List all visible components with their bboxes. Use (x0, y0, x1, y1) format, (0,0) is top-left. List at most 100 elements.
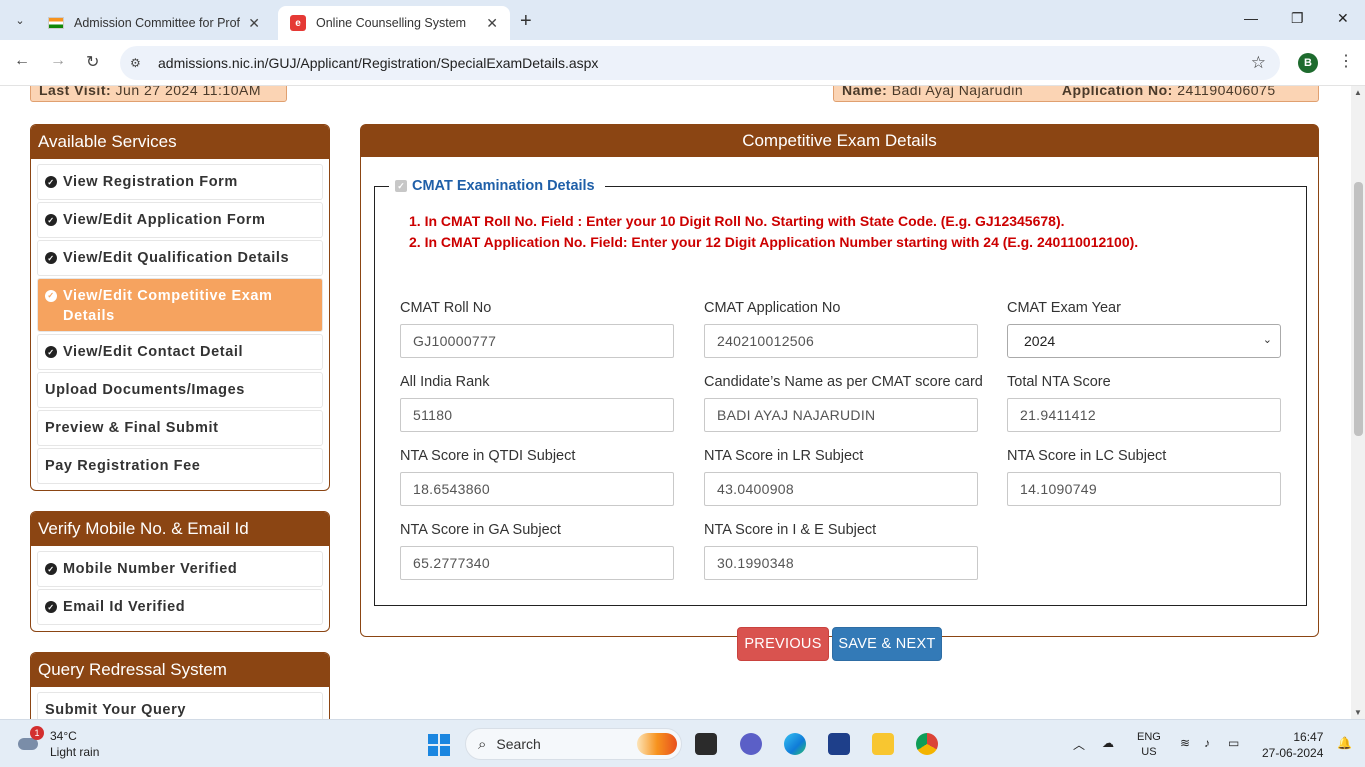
url-text[interactable]: admissions.nic.in/GUJ/Applicant/Registra… (158, 55, 598, 71)
last-visit-banner: Last Visit: Jun 27 2024 11:10AM (30, 86, 287, 102)
previous-button[interactable]: PREVIOUS (737, 627, 829, 661)
weather-widget[interactable]: 1 34°C Light rain (18, 726, 99, 760)
tray-overflow-chevron-icon[interactable]: ︿ (1073, 736, 1085, 753)
sidebar-item-upload-documents[interactable]: ◷ Upload Documents/Images (37, 372, 323, 408)
field-label: NTA Score in LC Subject (1007, 448, 1167, 464)
instructions: 1. In CMAT Roll No. Field : Enter your 1… (409, 211, 1138, 253)
application-no-label: Application No: (1061, 86, 1173, 98)
sidebar-item-edit-contact[interactable]: ✓ View/Edit Contact Detail (37, 334, 323, 370)
page-scrollbar[interactable]: ▲ ▼ (1351, 86, 1365, 719)
check-circle-icon: ✓ (45, 290, 57, 302)
close-tab-icon[interactable]: ✕ (486, 15, 498, 32)
total-nta-score-input[interactable]: 21.9411412 (1007, 398, 1281, 432)
browser-tab-admission[interactable]: Admission Committee for Profe ✕ (36, 6, 272, 40)
bookmark-star-icon[interactable]: ☆ (1251, 53, 1266, 73)
cmat-legend: ✓ CMAT Examination Details (389, 178, 605, 194)
cmat-roll-no-input[interactable]: GJ10000777 (400, 324, 674, 358)
store-icon[interactable] (828, 733, 850, 755)
tab-search-chevron-icon[interactable]: ⌄ (8, 8, 32, 32)
exam-year-group: CMAT Exam Year 2024 ⌄ (1007, 300, 1281, 358)
profile-avatar[interactable]: B (1298, 53, 1318, 73)
scroll-down-icon[interactable]: ▼ (1354, 708, 1362, 717)
qtdi-group: NTA Score in QTDI Subject 18.6543860 (400, 448, 674, 506)
scroll-thumb[interactable] (1354, 182, 1363, 436)
wifi-icon[interactable]: ≋ (1180, 736, 1190, 750)
nic-logo-icon: e (290, 15, 306, 31)
panel-title: Competitive Exam Details (361, 125, 1318, 157)
qtdi-score-input[interactable]: 18.6543860 (400, 472, 674, 506)
address-bar[interactable]: ⚙ admissions.nic.in/GUJ/Applicant/Regist… (120, 46, 1280, 80)
sidebar-item-edit-competitive-exam[interactable]: ✓ View/Edit Competitive Exam Details (37, 278, 323, 332)
clock-date: 27-06-2024 (1262, 746, 1324, 760)
field-label: CMAT Roll No (400, 300, 492, 316)
field-label: NTA Score in LR Subject (704, 448, 864, 464)
candidate-name-group: Candidate’s Name as per CMAT score card … (704, 374, 983, 432)
file-explorer-icon[interactable] (872, 733, 894, 755)
windows-start-icon[interactable] (428, 734, 450, 756)
sidebar-item-edit-application[interactable]: ✓ View/Edit Application Form (37, 202, 323, 238)
volume-icon[interactable]: ♪ (1204, 736, 1210, 750)
tab-title: Online Counselling System (316, 16, 467, 30)
verify-panel: Verify Mobile No. & Email Id ✓ Mobile Nu… (30, 511, 330, 632)
meet-chat-icon[interactable] (740, 733, 762, 755)
scroll-up-icon[interactable]: ▲ (1354, 88, 1362, 97)
roll-no-group: CMAT Roll No GJ10000777 (400, 300, 674, 358)
check-circle-icon: ✓ (45, 252, 57, 264)
candidate-name-input[interactable]: BADI AYAJ NAJARUDIN (704, 398, 978, 432)
battery-icon[interactable]: ▭ (1228, 736, 1239, 750)
name-label: Name: (842, 86, 888, 98)
sidebar-item-mobile-verified[interactable]: ✓ Mobile Number Verified (37, 551, 323, 587)
reload-icon[interactable]: ↻ (86, 52, 99, 72)
search-highlight-icon (637, 733, 677, 755)
ie-score-input[interactable]: 30.1990348 (704, 546, 978, 580)
language-indicator[interactable]: ENG US (1137, 730, 1161, 760)
lr-score-input[interactable]: 43.0400908 (704, 472, 978, 506)
sidebar-item-submit-query[interactable]: Submit Your Query (37, 692, 323, 719)
chevron-down-icon: ⌄ (1262, 334, 1272, 346)
new-tab-plus-icon[interactable]: + (520, 10, 532, 33)
menu-kebab-icon[interactable]: ⋮ (1338, 51, 1354, 71)
legend-label: CMAT Examination Details (412, 178, 595, 194)
sidebar-item-pay-fee[interactable]: ◷ Pay Registration Fee (37, 448, 323, 484)
application-no-value: 241190406075 (1177, 86, 1276, 98)
competitive-exam-panel: Competitive Exam Details ✓ CMAT Examinat… (360, 124, 1319, 637)
all-india-rank-input[interactable]: 51180 (400, 398, 674, 432)
close-tab-icon[interactable]: ✕ (248, 15, 260, 32)
edge-browser-icon[interactable] (784, 733, 806, 755)
restore-icon[interactable]: ❐ (1291, 10, 1304, 27)
cmat-checkbox[interactable]: ✓ (395, 180, 407, 192)
browser-tab-counselling[interactable]: e Online Counselling System ✕ (278, 6, 510, 40)
forward-arrow-icon[interactable]: → (50, 52, 66, 70)
back-arrow-icon[interactable]: ← (14, 52, 30, 70)
site-info-icon[interactable]: ⚙ (130, 56, 156, 70)
lc-score-input[interactable]: 14.1090749 (1007, 472, 1281, 506)
sidebar-item-label: Preview & Final Submit (45, 420, 219, 436)
onedrive-cloud-icon[interactable]: ☁ (1102, 736, 1114, 750)
ga-score-input[interactable]: 65.2777340 (400, 546, 674, 580)
sidebar-item-preview-submit[interactable]: ◷ Preview & Final Submit (37, 410, 323, 446)
page-viewport: Last Visit: Jun 27 2024 11:10AM Name: Ba… (0, 86, 1351, 719)
lc-group: NTA Score in LC Subject 14.1090749 (1007, 448, 1281, 506)
check-circle-icon: ✓ (45, 176, 57, 188)
cmat-exam-year-select[interactable]: 2024 ⌄ (1007, 324, 1281, 358)
tab-title: Admission Committee for Profe (74, 16, 241, 30)
taskbar-search[interactable]: ⌕ Search (465, 728, 682, 760)
sidebar-item-edit-qualification[interactable]: ✓ View/Edit Qualification Details (37, 240, 323, 276)
check-circle-icon: ✓ (45, 601, 57, 613)
panel-title: Available Services (31, 125, 329, 159)
sidebar-item-label: View Registration Form (63, 174, 238, 190)
name-value: Badi Ayaj Najarudin (891, 86, 1024, 98)
chrome-icon[interactable] (916, 733, 938, 755)
minimize-icon[interactable]: — (1244, 10, 1258, 26)
sidebar-item-email-verified[interactable]: ✓ Email Id Verified (37, 589, 323, 625)
task-view-icon[interactable] (695, 733, 717, 755)
save-next-button[interactable]: SAVE & NEXT (832, 627, 942, 661)
sidebar-item-view-registration[interactable]: ✓ View Registration Form (37, 164, 323, 200)
ie-group: NTA Score in I & E Subject 30.1990348 (704, 522, 978, 580)
field-label: Candidate’s Name as per CMAT score card (704, 374, 983, 390)
notification-bell-icon[interactable]: 🔔 (1337, 736, 1352, 750)
sidebar-item-label: Mobile Number Verified (63, 561, 238, 577)
system-clock[interactable]: 16:47 27-06-2024 (1262, 729, 1323, 761)
window-close-icon[interactable]: ✕ (1337, 10, 1349, 27)
cmat-application-no-input[interactable]: 240210012506 (704, 324, 978, 358)
